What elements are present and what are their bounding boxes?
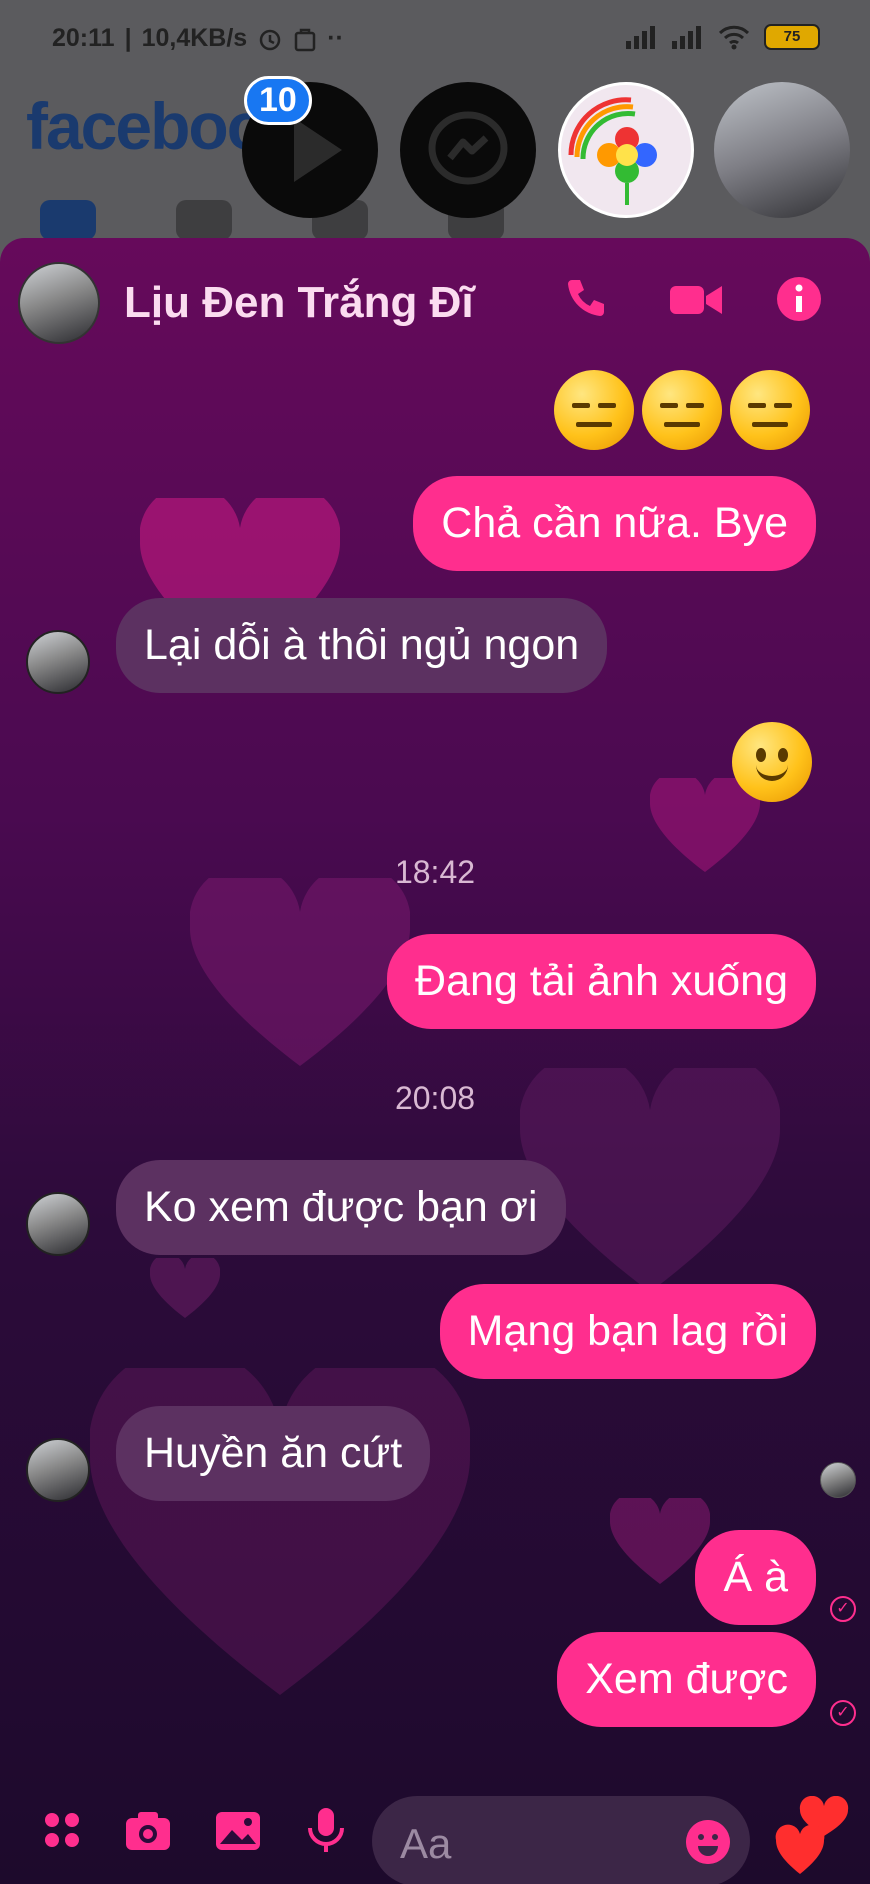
messenger-icon [428,111,508,185]
message-bubble-outgoing[interactable]: Chả cần nữa. Bye [413,476,816,571]
shop-icon [294,28,316,51]
more-apps-icon[interactable] [38,1806,86,1854]
message-bubble-incoming[interactable]: Lại dỗi à thôi ngủ ngon [116,598,608,693]
message-bubble-outgoing[interactable]: Đang tải ảnh xuống [387,934,816,1029]
camera-icon[interactable] [124,1806,172,1854]
smile-emoji-icon [732,722,812,802]
heart-send-icon[interactable] [774,1796,850,1876]
signal-icon-2 [672,26,701,49]
status-time: 20:11 [52,24,115,52]
groups-tab-icon [176,200,232,240]
gallery-icon[interactable] [214,1806,262,1854]
status-network-speed: 10,4KB/s [141,24,248,52]
status-bar: 20:11 | 10,4KB/s ·· 75 [0,0,870,80]
expressionless-emoji-icon [554,370,634,450]
chat-head-messenger[interactable] [400,82,536,218]
timestamp: 18:42 [394,854,476,890]
contact-mini-avatar [26,630,90,694]
emoji-picker-icon[interactable] [686,1820,730,1864]
composer-bar: Aa [0,1766,870,1884]
message-input[interactable]: Aa [372,1796,750,1884]
wifi-icon [718,25,750,50]
signal-icon [626,26,655,49]
home-tab-icon [40,200,96,240]
message-bubble-outgoing[interactable]: Mạng bạn lag rồi [439,1284,816,1379]
message-bubble-outgoing[interactable]: Á à [695,1530,816,1625]
message-bubble-outgoing[interactable]: Xem được [557,1632,816,1727]
flower-logo-icon [568,97,657,205]
expressionless-emoji-icon [642,370,722,450]
alarm-icon [259,29,281,50]
battery-icon: 75 [764,24,820,50]
contact-mini-avatar [26,1192,90,1256]
expressionless-emoji-icon [730,370,810,450]
message-list: Chả cần nữa. Bye Lại dỗi à thôi ngủ ngon… [0,238,870,1884]
timestamp: 20:08 [394,1080,476,1116]
chat-head-badge: 10 [244,76,312,125]
message-bubble-incoming[interactable]: Huyền ăn cứt [116,1406,431,1501]
chat-head-page[interactable] [558,82,694,218]
chat-window: Lịu Đen Trắng Đĩ Chả cần nữa. Bye Lại dỗ… [0,238,870,1884]
message-input-placeholder: Aa [400,1820,452,1867]
delivered-check-icon: ✓ [830,1596,856,1622]
message-bubble-incoming[interactable]: Ko xem được bạn ơi [116,1160,566,1255]
chat-head-contact[interactable] [714,82,850,218]
seen-receipt-avatar [820,1462,856,1498]
microphone-icon[interactable] [302,1806,350,1854]
contact-mini-avatar [26,1438,90,1502]
delivered-check-icon: ✓ [830,1700,856,1726]
